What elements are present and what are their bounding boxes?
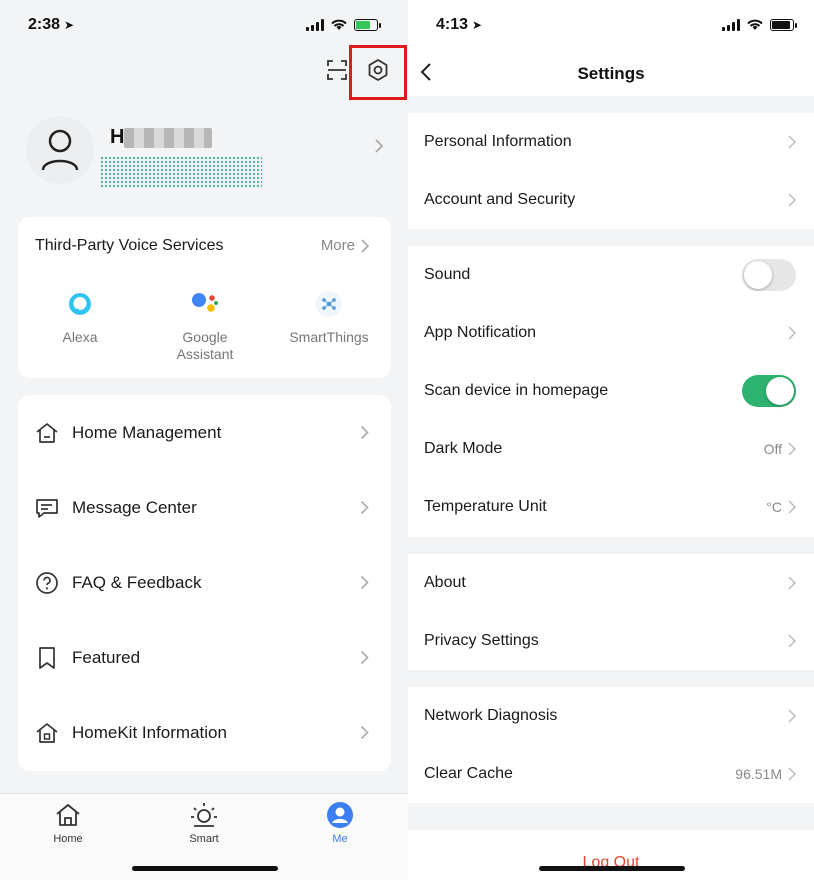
chevron-right-icon — [375, 139, 384, 153]
row-sound: Sound — [408, 246, 814, 304]
menu-item-faq-feedback[interactable]: FAQ & Feedback — [18, 545, 391, 620]
wifi-icon — [331, 19, 347, 30]
chevron-right-icon — [360, 725, 369, 740]
home-indicator — [539, 866, 685, 871]
homekit-icon — [36, 722, 58, 743]
status-bar: 4:13 ➤ — [408, 0, 814, 50]
settings-group-maintenance: Network Diagnosis Clear Cache 96.51M — [408, 687, 814, 803]
voice-item-smartthings[interactable]: SmartThings — [274, 289, 384, 346]
message-icon — [36, 498, 58, 518]
status-time: 2:38 ➤ — [28, 16, 75, 33]
row-network-diagnosis[interactable]: Network Diagnosis — [408, 687, 814, 745]
temperature-unit-value: °C — [766, 499, 782, 515]
location-arrow-icon: ➤ — [64, 18, 75, 32]
voice-services-title: Third-Party Voice Services — [35, 237, 224, 254]
redacted-account — [100, 156, 262, 189]
status-time: 4:13 ➤ — [436, 16, 483, 33]
cache-size-value: 96.51M — [735, 766, 782, 782]
chevron-right-icon — [360, 425, 369, 440]
home-indicator — [132, 866, 278, 871]
home-icon — [36, 422, 58, 443]
cellular-signal-icon — [306, 18, 324, 31]
chevron-right-icon — [360, 500, 369, 515]
chevron-right-icon — [361, 238, 369, 253]
cellular-signal-icon — [722, 18, 740, 31]
alexa-icon — [69, 293, 91, 315]
logout-button[interactable]: Log Out — [408, 830, 814, 880]
voice-more-button[interactable]: More — [321, 237, 369, 254]
row-clear-cache[interactable]: Clear Cache 96.51M — [408, 745, 814, 803]
chevron-right-icon — [788, 709, 796, 723]
row-temperature-unit[interactable]: Temperature Unit °C — [408, 478, 814, 536]
profile-header[interactable]: H — [18, 112, 390, 192]
home-tab-icon — [56, 804, 80, 826]
smartthings-icon — [316, 291, 342, 317]
redacted-name — [124, 127, 213, 148]
avatar — [26, 116, 94, 184]
voice-services-card: Third-Party Voice Services More Alexa Go… — [18, 217, 391, 378]
chevron-right-icon — [788, 193, 796, 207]
me-menu-card: Home Management Message Center FAQ & Fee… — [18, 395, 391, 771]
row-scan-device: Scan device in homepage — [408, 362, 814, 420]
google-assistant-icon — [192, 293, 218, 312]
sun-icon — [191, 803, 217, 827]
row-personal-information[interactable]: Personal Information — [408, 113, 814, 171]
scan-device-toggle[interactable] — [742, 375, 796, 407]
chevron-right-icon — [360, 575, 369, 590]
tab-bar: Home Smart Me — [0, 793, 408, 880]
chevron-right-icon — [360, 650, 369, 665]
tab-smart[interactable]: Smart — [164, 800, 244, 845]
settings-group-account: Personal Information Account and Securit… — [408, 113, 814, 229]
person-icon — [327, 802, 353, 828]
status-icons — [722, 18, 797, 31]
voice-item-google-assistant[interactable]: Google Assistant — [150, 289, 260, 363]
status-icons — [306, 18, 381, 31]
me-screen: 2:38 ➤ H Third-Party Voice Services More … — [0, 0, 408, 880]
wifi-icon — [747, 19, 763, 30]
settings-group-about: About Privacy Settings — [408, 554, 814, 670]
row-dark-mode[interactable]: Dark Mode Off — [408, 420, 814, 478]
tab-home[interactable]: Home — [28, 800, 108, 845]
battery-icon — [770, 18, 797, 31]
chevron-right-icon — [788, 767, 796, 781]
menu-item-featured[interactable]: Featured — [18, 620, 391, 695]
voice-item-alexa[interactable]: Alexa — [25, 289, 135, 346]
nav-bar: Settings — [408, 50, 814, 96]
profile-name: H — [110, 126, 213, 149]
settings-highlight-box — [349, 45, 407, 100]
question-icon — [36, 571, 58, 594]
row-app-notification[interactable]: App Notification — [408, 304, 814, 362]
battery-icon — [354, 18, 381, 31]
settings-group-preferences: Sound App Notification Scan device in ho… — [408, 246, 814, 537]
menu-item-message-center[interactable]: Message Center — [18, 470, 391, 545]
location-arrow-icon: ➤ — [472, 18, 483, 32]
chevron-right-icon — [788, 442, 796, 456]
settings-screen: 4:13 ➤ Settings Personal Information Acco… — [408, 0, 814, 880]
row-privacy-settings[interactable]: Privacy Settings — [408, 612, 814, 670]
chevron-right-icon — [788, 326, 796, 340]
user-avatar-icon — [41, 129, 79, 171]
dark-mode-value: Off — [763, 441, 782, 457]
chevron-right-icon — [788, 500, 796, 514]
chevron-right-icon — [788, 576, 796, 590]
chevron-right-icon — [788, 634, 796, 648]
scan-icon[interactable] — [326, 59, 348, 81]
sound-toggle[interactable] — [742, 259, 796, 291]
page-title: Settings — [577, 64, 645, 83]
status-bar: 2:38 ➤ — [0, 0, 408, 50]
row-about[interactable]: About — [408, 554, 814, 612]
tab-me[interactable]: Me — [300, 800, 380, 845]
menu-item-homekit-information[interactable]: HomeKit Information — [18, 695, 391, 770]
menu-item-home-management[interactable]: Home Management — [18, 395, 391, 470]
chevron-right-icon — [788, 135, 796, 149]
bookmark-icon — [39, 646, 55, 669]
row-account-and-security[interactable]: Account and Security — [408, 171, 814, 229]
